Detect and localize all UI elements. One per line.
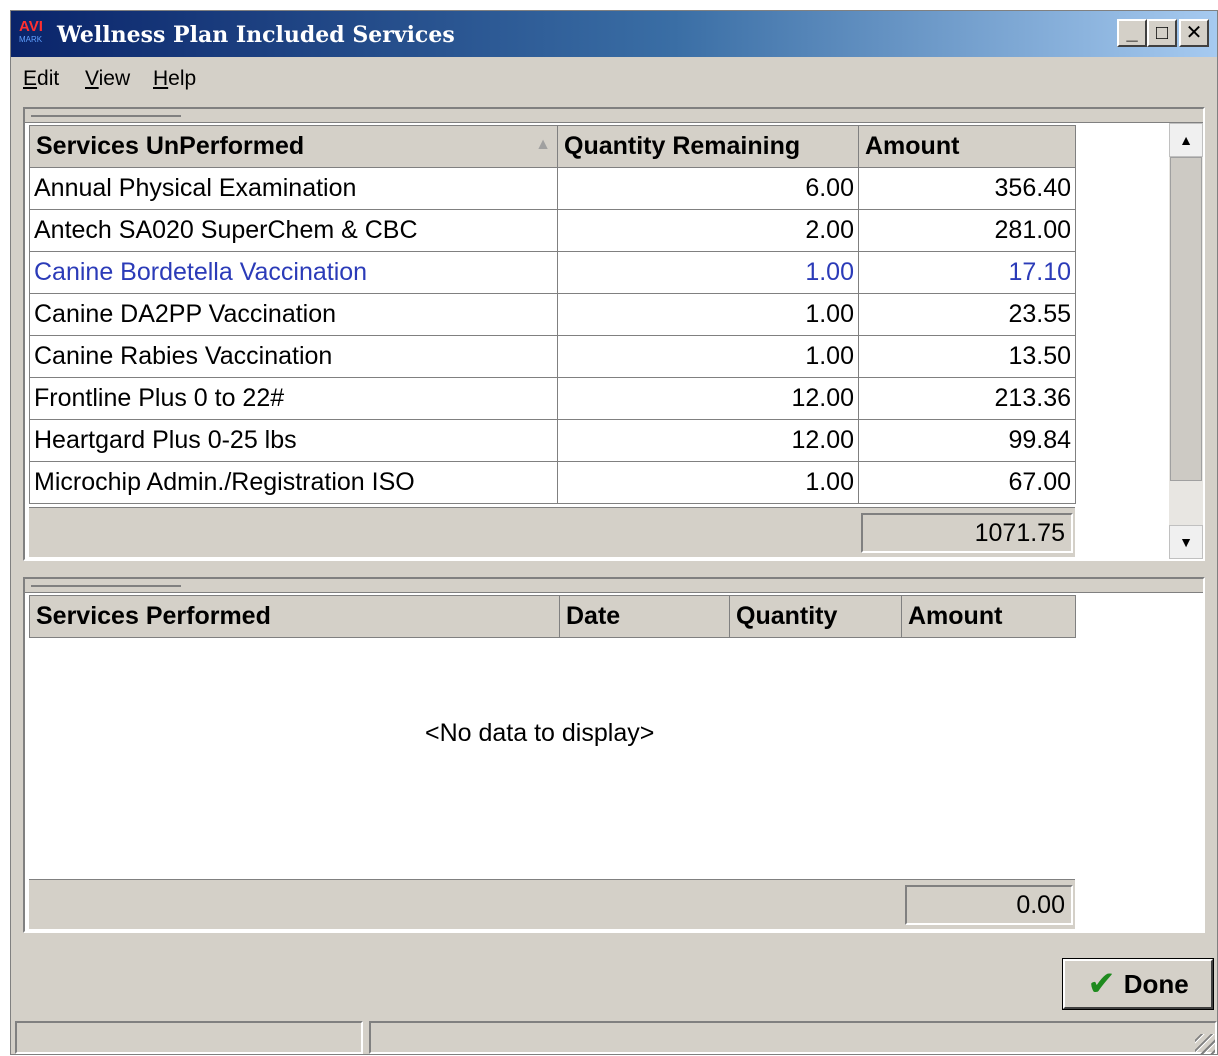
unperformed-table: Services UnPerformed ▲ Quantity Remaining…: [29, 125, 1076, 504]
quantity-remaining-cell: 1.00: [557, 461, 859, 504]
table-row[interactable]: Frontline Plus 0 to 22# 12.00 213.36: [29, 377, 1076, 420]
quantity-remaining-cell: 2.00: [557, 209, 859, 252]
menu-edit[interactable]: Edit: [23, 67, 59, 91]
service-name-cell: Heartgard Plus 0-25 lbs: [29, 419, 558, 462]
sort-ascending-icon: ▲: [535, 136, 551, 153]
quantity-remaining-cell: 1.00: [557, 335, 859, 378]
quantity-remaining-cell: 12.00: [557, 419, 859, 462]
pane-splitter-bottom[interactable]: [25, 579, 1203, 593]
scroll-thumb[interactable]: [1170, 157, 1202, 481]
close-button[interactable]: ✕: [1179, 19, 1209, 47]
service-name-cell: Microchip Admin./Registration ISO: [29, 461, 558, 504]
splitter-grip[interactable]: [31, 113, 181, 117]
maximize-button[interactable]: □: [1147, 19, 1177, 47]
unperformed-footer: 1071.75: [29, 507, 1075, 557]
table-row[interactable]: Canine DA2PP Vaccination 1.00 23.55: [29, 293, 1076, 336]
table-row[interactable]: Microchip Admin./Registration ISO 1.00 67.…: [29, 461, 1076, 504]
service-name-cell: Canine Rabies Vaccination: [29, 335, 558, 378]
service-name-cell: Antech SA020 SuperChem & CBC: [29, 209, 558, 252]
table-header-row: Services Performed Date Quantity Amount: [29, 595, 1076, 638]
unperformed-total: 1071.75: [861, 513, 1073, 553]
unperformed-pane: Services UnPerformed ▲ Quantity Remaining…: [23, 107, 1205, 561]
column-header-quantity[interactable]: Quantity: [729, 595, 902, 638]
status-panel-left: [15, 1021, 363, 1054]
performed-pane: Services Performed Date Quantity Amount …: [23, 577, 1205, 933]
splitter-grip[interactable]: [31, 583, 181, 587]
vertical-scrollbar[interactable]: ▲ ▼: [1169, 123, 1203, 559]
amount-cell: 99.84: [858, 419, 1076, 462]
service-name-cell: Canine DA2PP Vaccination: [29, 293, 558, 336]
done-button-label: Done: [1123, 968, 1189, 999]
amount-cell: 13.50: [858, 335, 1076, 378]
pane-splitter-top[interactable]: [25, 109, 1203, 123]
menu-help-label: elp: [168, 67, 197, 90]
amount-cell: 67.00: [858, 461, 1076, 504]
window-title: Wellness Plan Included Services: [57, 22, 455, 48]
wellness-plan-window: AVI MARK Wellness Plan Included Services…: [10, 10, 1218, 1055]
column-header-service-label: Services UnPerformed: [36, 132, 305, 160]
column-header-quantity-remaining[interactable]: Quantity Remaining: [557, 125, 859, 168]
menu-view[interactable]: View: [85, 67, 130, 91]
app-logo-icon: AVI MARK: [19, 19, 53, 47]
check-icon: ✔: [1087, 965, 1116, 1003]
app-logo-subtext: MARK: [19, 35, 43, 44]
menu-bar: Edit View Help: [11, 57, 1217, 97]
amount-cell: 281.00: [858, 209, 1076, 252]
quantity-remaining-cell: 12.00: [557, 377, 859, 420]
performed-footer: 0.00: [29, 879, 1075, 929]
amount-cell: 17.10: [858, 251, 1076, 294]
scroll-down-arrow-icon[interactable]: ▼: [1169, 525, 1203, 559]
done-button[interactable]: ✔ Done: [1062, 958, 1214, 1010]
menu-help-accel: H: [153, 67, 169, 90]
status-panel-right: [369, 1021, 1217, 1054]
service-name-cell: Canine Bordetella Vaccination: [29, 251, 558, 294]
empty-state-message: <No data to display>: [425, 719, 655, 747]
column-header-service[interactable]: Services UnPerformed ▲: [29, 125, 558, 168]
menu-edit-accel: E: [23, 67, 38, 90]
quantity-remaining-cell: 6.00: [557, 167, 859, 210]
status-bar: [11, 1019, 1217, 1056]
app-logo-text: AVI: [19, 18, 43, 35]
column-header-amount[interactable]: Amount: [901, 595, 1076, 638]
column-header-date[interactable]: Date: [559, 595, 730, 638]
amount-cell: 23.55: [858, 293, 1076, 336]
resize-grip-icon[interactable]: [1195, 1034, 1215, 1054]
table-row[interactable]: Heartgard Plus 0-25 lbs 12.00 99.84: [29, 419, 1076, 462]
title-bar[interactable]: AVI MARK Wellness Plan Included Services…: [11, 11, 1217, 57]
quantity-remaining-cell: 1.00: [557, 251, 859, 294]
scroll-up-arrow-icon[interactable]: ▲: [1169, 123, 1203, 157]
service-name-cell: Frontline Plus 0 to 22#: [29, 377, 558, 420]
minimize-button[interactable]: _: [1117, 19, 1147, 47]
amount-cell: 356.40: [858, 167, 1076, 210]
table-row[interactable]: Canine Bordetella Vaccination 1.00 17.10: [29, 251, 1076, 294]
menu-edit-label: dit: [37, 67, 60, 90]
table-row[interactable]: Antech SA020 SuperChem & CBC 2.00 281.00: [29, 209, 1076, 252]
column-header-amount[interactable]: Amount: [858, 125, 1076, 168]
amount-cell: 213.36: [858, 377, 1076, 420]
column-header-services-performed[interactable]: Services Performed: [29, 595, 560, 638]
menu-help[interactable]: Help: [153, 67, 196, 91]
menu-view-accel: V: [85, 67, 99, 90]
table-row[interactable]: Annual Physical Examination 6.00 356.40: [29, 167, 1076, 210]
performed-table: Services Performed Date Quantity Amount: [29, 595, 1076, 638]
quantity-remaining-cell: 1.00: [557, 293, 859, 336]
table-row[interactable]: Canine Rabies Vaccination 1.00 13.50: [29, 335, 1076, 378]
performed-total: 0.00: [905, 885, 1073, 925]
unperformed-table-body: Annual Physical Examination 6.00 356.40 Ant…: [29, 167, 1076, 504]
table-header-row: Services UnPerformed ▲ Quantity Remaining…: [29, 125, 1076, 168]
service-name-cell: Annual Physical Examination: [29, 167, 558, 210]
menu-view-label: iew: [98, 67, 131, 90]
